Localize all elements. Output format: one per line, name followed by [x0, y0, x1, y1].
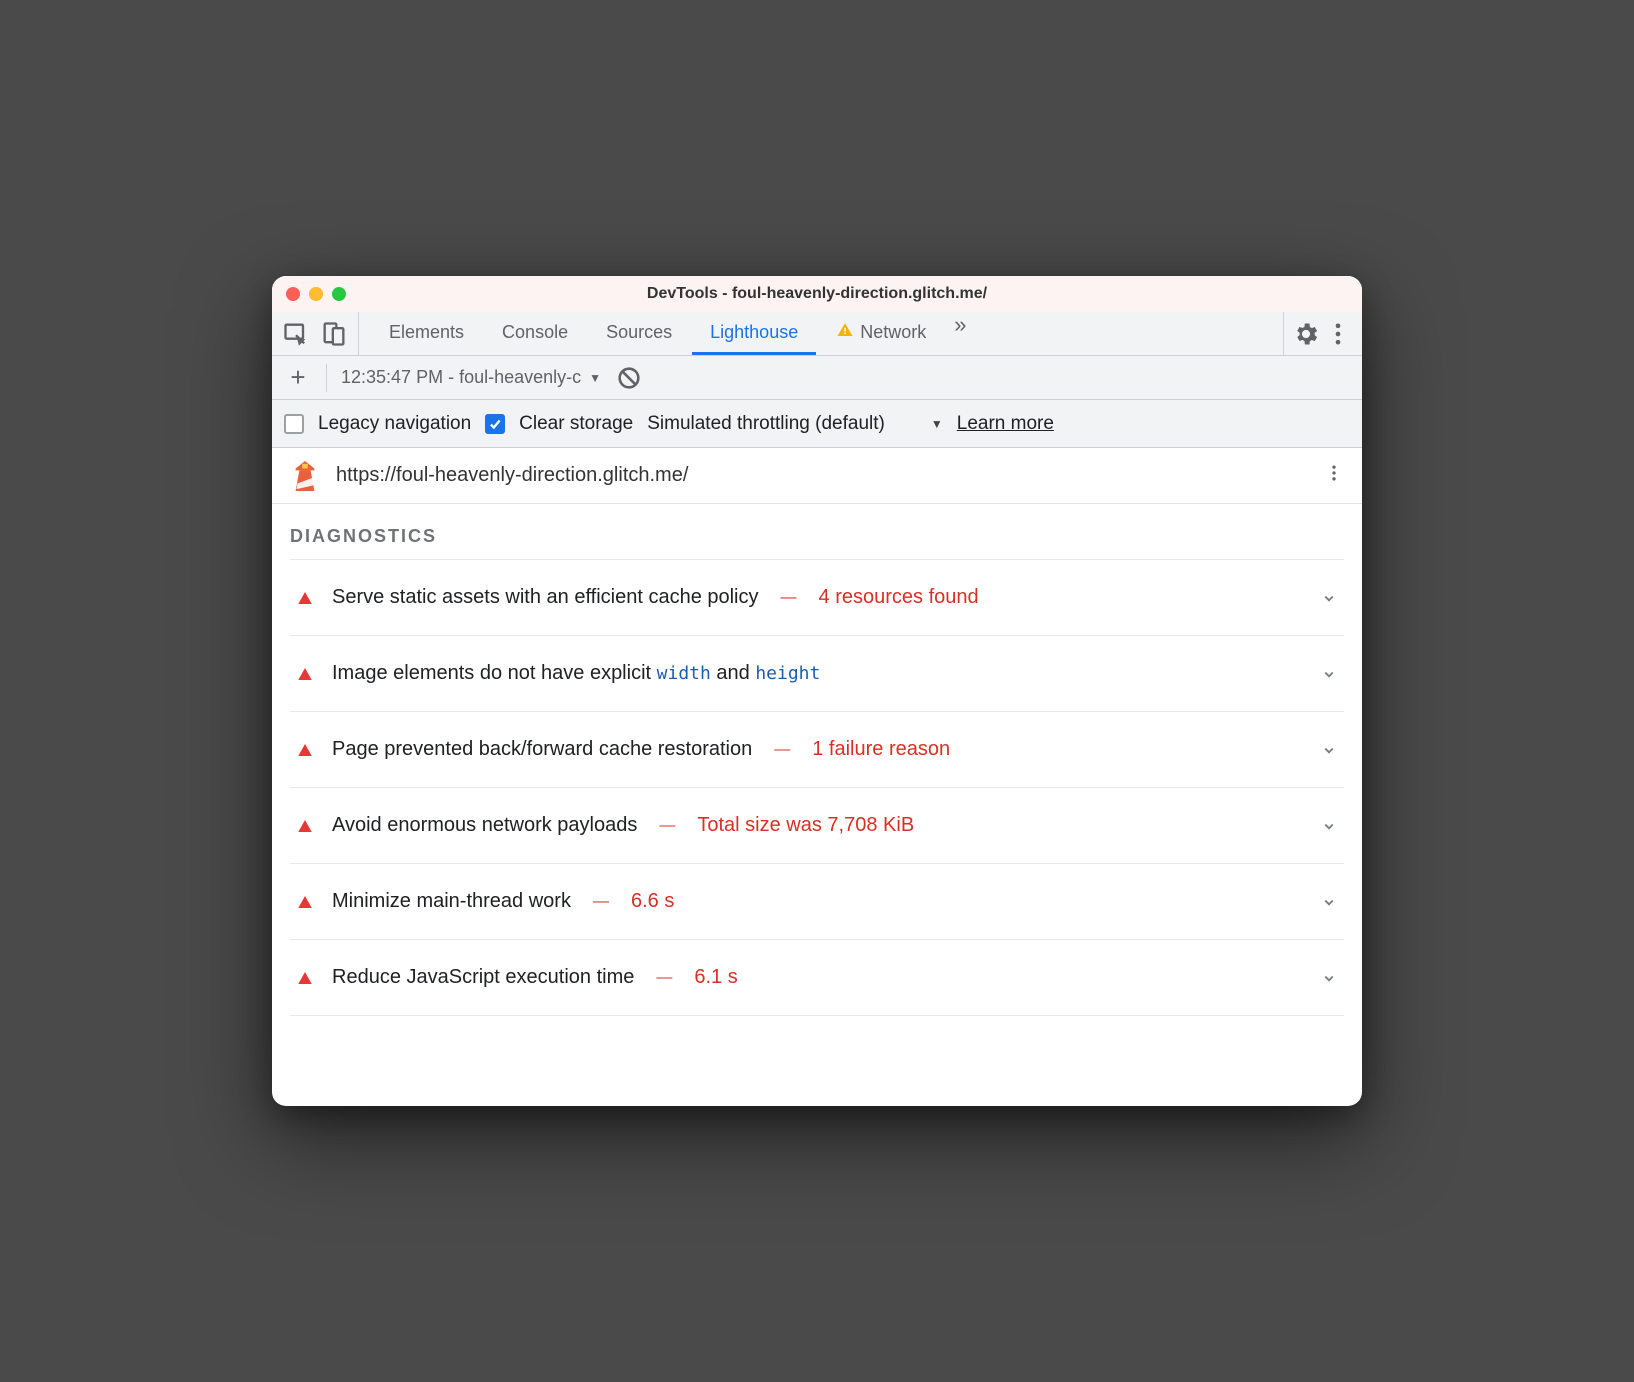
tab-label: Lighthouse: [710, 322, 798, 343]
chevron-down-icon: [1320, 893, 1338, 911]
tab-lighthouse[interactable]: Lighthouse: [692, 312, 816, 355]
legacy-navigation-checkbox[interactable]: [284, 414, 304, 434]
diagnostic-title: Reduce JavaScript execution time: [332, 966, 634, 989]
dash: —: [656, 969, 672, 987]
throttling-caret-icon[interactable]: ▼: [931, 417, 943, 431]
diagnostic-row[interactable]: Reduce JavaScript execution time — 6.1 s: [290, 940, 1344, 1016]
tab-elements[interactable]: Elements: [371, 312, 482, 355]
inspector-icon-group: [282, 312, 359, 355]
lighthouse-options-bar: Legacy navigation Clear storage Simulate…: [272, 400, 1362, 448]
devtools-window: DevTools - foul-heavenly-direction.glitc…: [272, 276, 1362, 1106]
diagnostic-detail: Total size was 7,708 KiB: [697, 814, 914, 837]
report-picker[interactable]: 12:35:47 PM - foul-heavenly-c ▼: [341, 367, 601, 388]
diagnostics-list: Serve static assets with an efficient ca…: [290, 559, 1344, 1016]
diagnostic-title: Serve static assets with an efficient ca…: [332, 586, 759, 609]
chevron-down-icon: [1320, 741, 1338, 759]
clear-storage-label: Clear storage: [519, 413, 633, 435]
learn-more-link[interactable]: Learn more: [957, 413, 1054, 435]
clear-storage-checkbox[interactable]: [485, 414, 505, 434]
text: Image elements do not have explicit: [332, 662, 657, 684]
dash: —: [774, 741, 790, 759]
tab-network[interactable]: Network: [818, 312, 944, 355]
window-title: DevTools - foul-heavenly-direction.glitc…: [272, 285, 1362, 303]
fail-triangle-icon: [296, 741, 314, 759]
diagnostic-title: Image elements do not have explicit widt…: [332, 662, 820, 685]
throttling-label: Simulated throttling (default): [647, 413, 885, 435]
tab-label: Console: [502, 322, 568, 343]
tab-label: Network: [860, 322, 926, 343]
code-token: height: [755, 663, 820, 684]
diagnostic-title: Page prevented back/forward cache restor…: [332, 738, 752, 761]
traffic-lights: [286, 287, 346, 301]
block-icon[interactable]: [615, 364, 643, 392]
tab-sources[interactable]: Sources: [588, 312, 690, 355]
code-token: width: [657, 663, 711, 684]
tabstrip-right: [1283, 312, 1352, 355]
diagnostic-title: Minimize main-thread work: [332, 890, 571, 913]
tab-label: Sources: [606, 322, 672, 343]
report-picker-label: 12:35:47 PM - foul-heavenly-c: [341, 367, 581, 388]
fail-triangle-icon: [296, 893, 314, 911]
tabs-overflow-button[interactable]: »: [946, 312, 974, 355]
text: and: [711, 662, 755, 684]
fail-triangle-icon: [296, 969, 314, 987]
zoom-window-button[interactable]: [332, 287, 346, 301]
chevron-down-icon: [1320, 665, 1338, 683]
report-menu-icon[interactable]: [1324, 462, 1344, 490]
diagnostic-detail: 1 failure reason: [812, 738, 950, 761]
dash: —: [781, 589, 797, 607]
report-url-bar: https://foul-heavenly-direction.glitch.m…: [272, 448, 1362, 504]
new-report-button[interactable]: +: [284, 362, 312, 393]
diagnostic-row[interactable]: Serve static assets with an efficient ca…: [290, 560, 1344, 636]
close-window-button[interactable]: [286, 287, 300, 301]
device-toolbar-icon[interactable]: [320, 320, 348, 348]
diagnostic-detail: 4 resources found: [819, 586, 979, 609]
diagnostic-detail: 6.1 s: [694, 966, 737, 989]
report-url: https://foul-heavenly-direction.glitch.m…: [336, 464, 1308, 487]
fail-triangle-icon: [296, 817, 314, 835]
caret-down-icon: ▼: [589, 371, 601, 385]
tab-console[interactable]: Console: [484, 312, 586, 355]
fail-triangle-icon: [296, 665, 314, 683]
section-title: DIAGNOSTICS: [290, 526, 1344, 547]
kebab-menu-icon[interactable]: [1324, 320, 1352, 348]
settings-gear-icon[interactable]: [1292, 320, 1320, 348]
diagnostic-detail: 6.6 s: [631, 890, 674, 913]
chevron-down-icon: [1320, 589, 1338, 607]
panel-tabs: Elements Console Sources Lighthouse Netw…: [371, 312, 974, 355]
titlebar: DevTools - foul-heavenly-direction.glitc…: [272, 276, 1362, 312]
diagnostic-row[interactable]: Minimize main-thread work — 6.6 s: [290, 864, 1344, 940]
lighthouse-logo-icon: [290, 459, 320, 493]
report-content: DIAGNOSTICS Serve static assets with an …: [272, 504, 1362, 1106]
main-tabstrip: Elements Console Sources Lighthouse Netw…: [272, 312, 1362, 356]
diagnostic-row[interactable]: Image elements do not have explicit widt…: [290, 636, 1344, 712]
diagnostic-title: Avoid enormous network payloads: [332, 814, 637, 837]
lighthouse-subbar: + 12:35:47 PM - foul-heavenly-c ▼: [272, 356, 1362, 400]
diagnostic-row[interactable]: Avoid enormous network payloads — Total …: [290, 788, 1344, 864]
divider: [326, 364, 327, 392]
warning-icon: [836, 321, 854, 344]
chevron-down-icon: [1320, 969, 1338, 987]
minimize-window-button[interactable]: [309, 287, 323, 301]
tab-label: Elements: [389, 322, 464, 343]
inspect-element-icon[interactable]: [282, 320, 310, 348]
diagnostic-row[interactable]: Page prevented back/forward cache restor…: [290, 712, 1344, 788]
legacy-navigation-label: Legacy navigation: [318, 413, 471, 435]
dash: —: [659, 817, 675, 835]
fail-triangle-icon: [296, 589, 314, 607]
chevron-down-icon: [1320, 817, 1338, 835]
dash: —: [593, 893, 609, 911]
